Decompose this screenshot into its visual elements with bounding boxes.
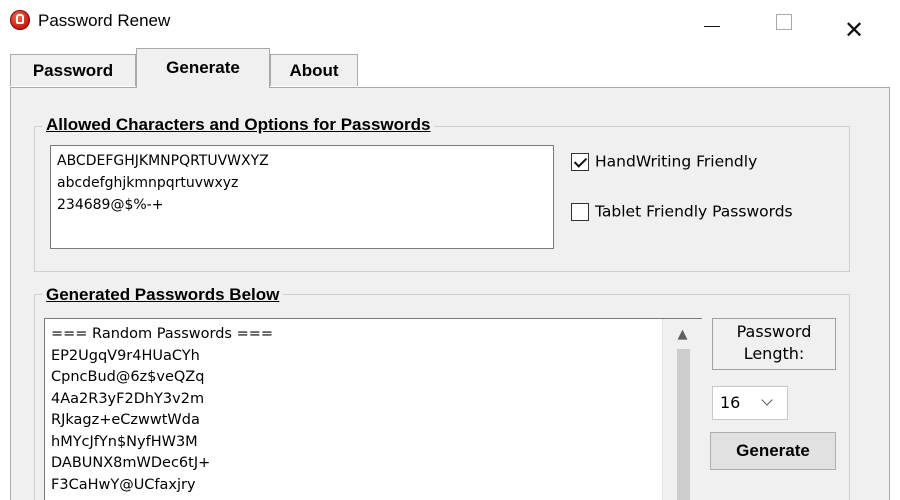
tablet-friendly-option[interactable]: Tablet Friendly Passwords	[571, 202, 793, 221]
generate-button[interactable]: Generate	[710, 432, 836, 470]
password-line: 4Aa2R3yF2DhY3v2m	[51, 390, 205, 407]
allowed-uppercase-line: ABCDEFGHJKMNPQRTUVWXYZ	[57, 153, 269, 169]
password-line: DABUNX8mWDec6tJ+	[51, 455, 211, 471]
scrollbar-thumb[interactable]	[677, 349, 690, 500]
allowed-characters-textbox[interactable]: ABCDEFGHJKMNPQRTUVWXYZ abcdefghjkmnpqrtuv…	[50, 145, 554, 249]
generated-passwords-textbox[interactable]: === Random Passwords === EP2UgqV9r4HUaCYh…	[44, 318, 702, 500]
window-title: Password Renew	[38, 11, 171, 30]
minimize-icon	[704, 26, 720, 27]
tab-password[interactable]: Password	[10, 54, 136, 86]
maximize-button[interactable]	[752, 0, 812, 44]
close-button[interactable]: ✕	[826, 0, 886, 44]
scroll-up-icon[interactable]: ▲	[663, 319, 702, 349]
password-line: CpncBud@6z$veQZq	[51, 369, 205, 385]
tab-about[interactable]: About	[270, 54, 358, 86]
password-length-select[interactable]: 16	[712, 386, 788, 420]
handwriting-friendly-option[interactable]: HandWriting Friendly	[571, 152, 757, 171]
maximize-icon	[776, 14, 792, 30]
password-length-value: 16	[720, 393, 741, 412]
chevron-down-icon	[763, 396, 773, 406]
passwords-scrollbar[interactable]: ▲	[662, 319, 702, 500]
title-bar: Password Renew ✕	[0, 0, 900, 44]
password-length-label-line2: Length:	[743, 344, 805, 363]
handwriting-friendly-checkbox[interactable]	[571, 152, 589, 171]
handwriting-friendly-label: HandWriting Friendly	[595, 152, 758, 171]
password-line: hMYcJfYn$NyfHW3M	[51, 433, 198, 450]
tab-strip: Password About Generate	[0, 44, 900, 88]
generated-passwords-legend: Generated Passwords Below	[42, 285, 284, 305]
allowed-characters-legend: Allowed Characters and Options for Passw…	[42, 115, 435, 135]
tab-generate[interactable]: Generate	[136, 48, 270, 88]
app-lock-icon[interactable]	[10, 10, 30, 30]
tablet-friendly-label: Tablet Friendly Passwords	[595, 202, 793, 221]
minimize-button[interactable]	[682, 0, 742, 44]
password-line: RJkagz+eCzwwtWda	[51, 412, 200, 428]
allowed-lowercase-line: abcdefghjkmnpqrtuvwxyz	[57, 175, 239, 191]
allowed-symbols-line: 234689@$%-+	[57, 197, 164, 213]
passwords-header-line: === Random Passwords ===	[51, 326, 274, 342]
tablet-friendly-checkbox[interactable]	[571, 202, 589, 221]
password-line: EP2UgqV9r4HUaCYh	[51, 347, 200, 364]
password-line: F3CaHwY@UCfaxjry	[51, 476, 196, 493]
password-length-label: Password Length:	[712, 318, 836, 370]
password-length-label-line1: Password	[736, 322, 812, 341]
